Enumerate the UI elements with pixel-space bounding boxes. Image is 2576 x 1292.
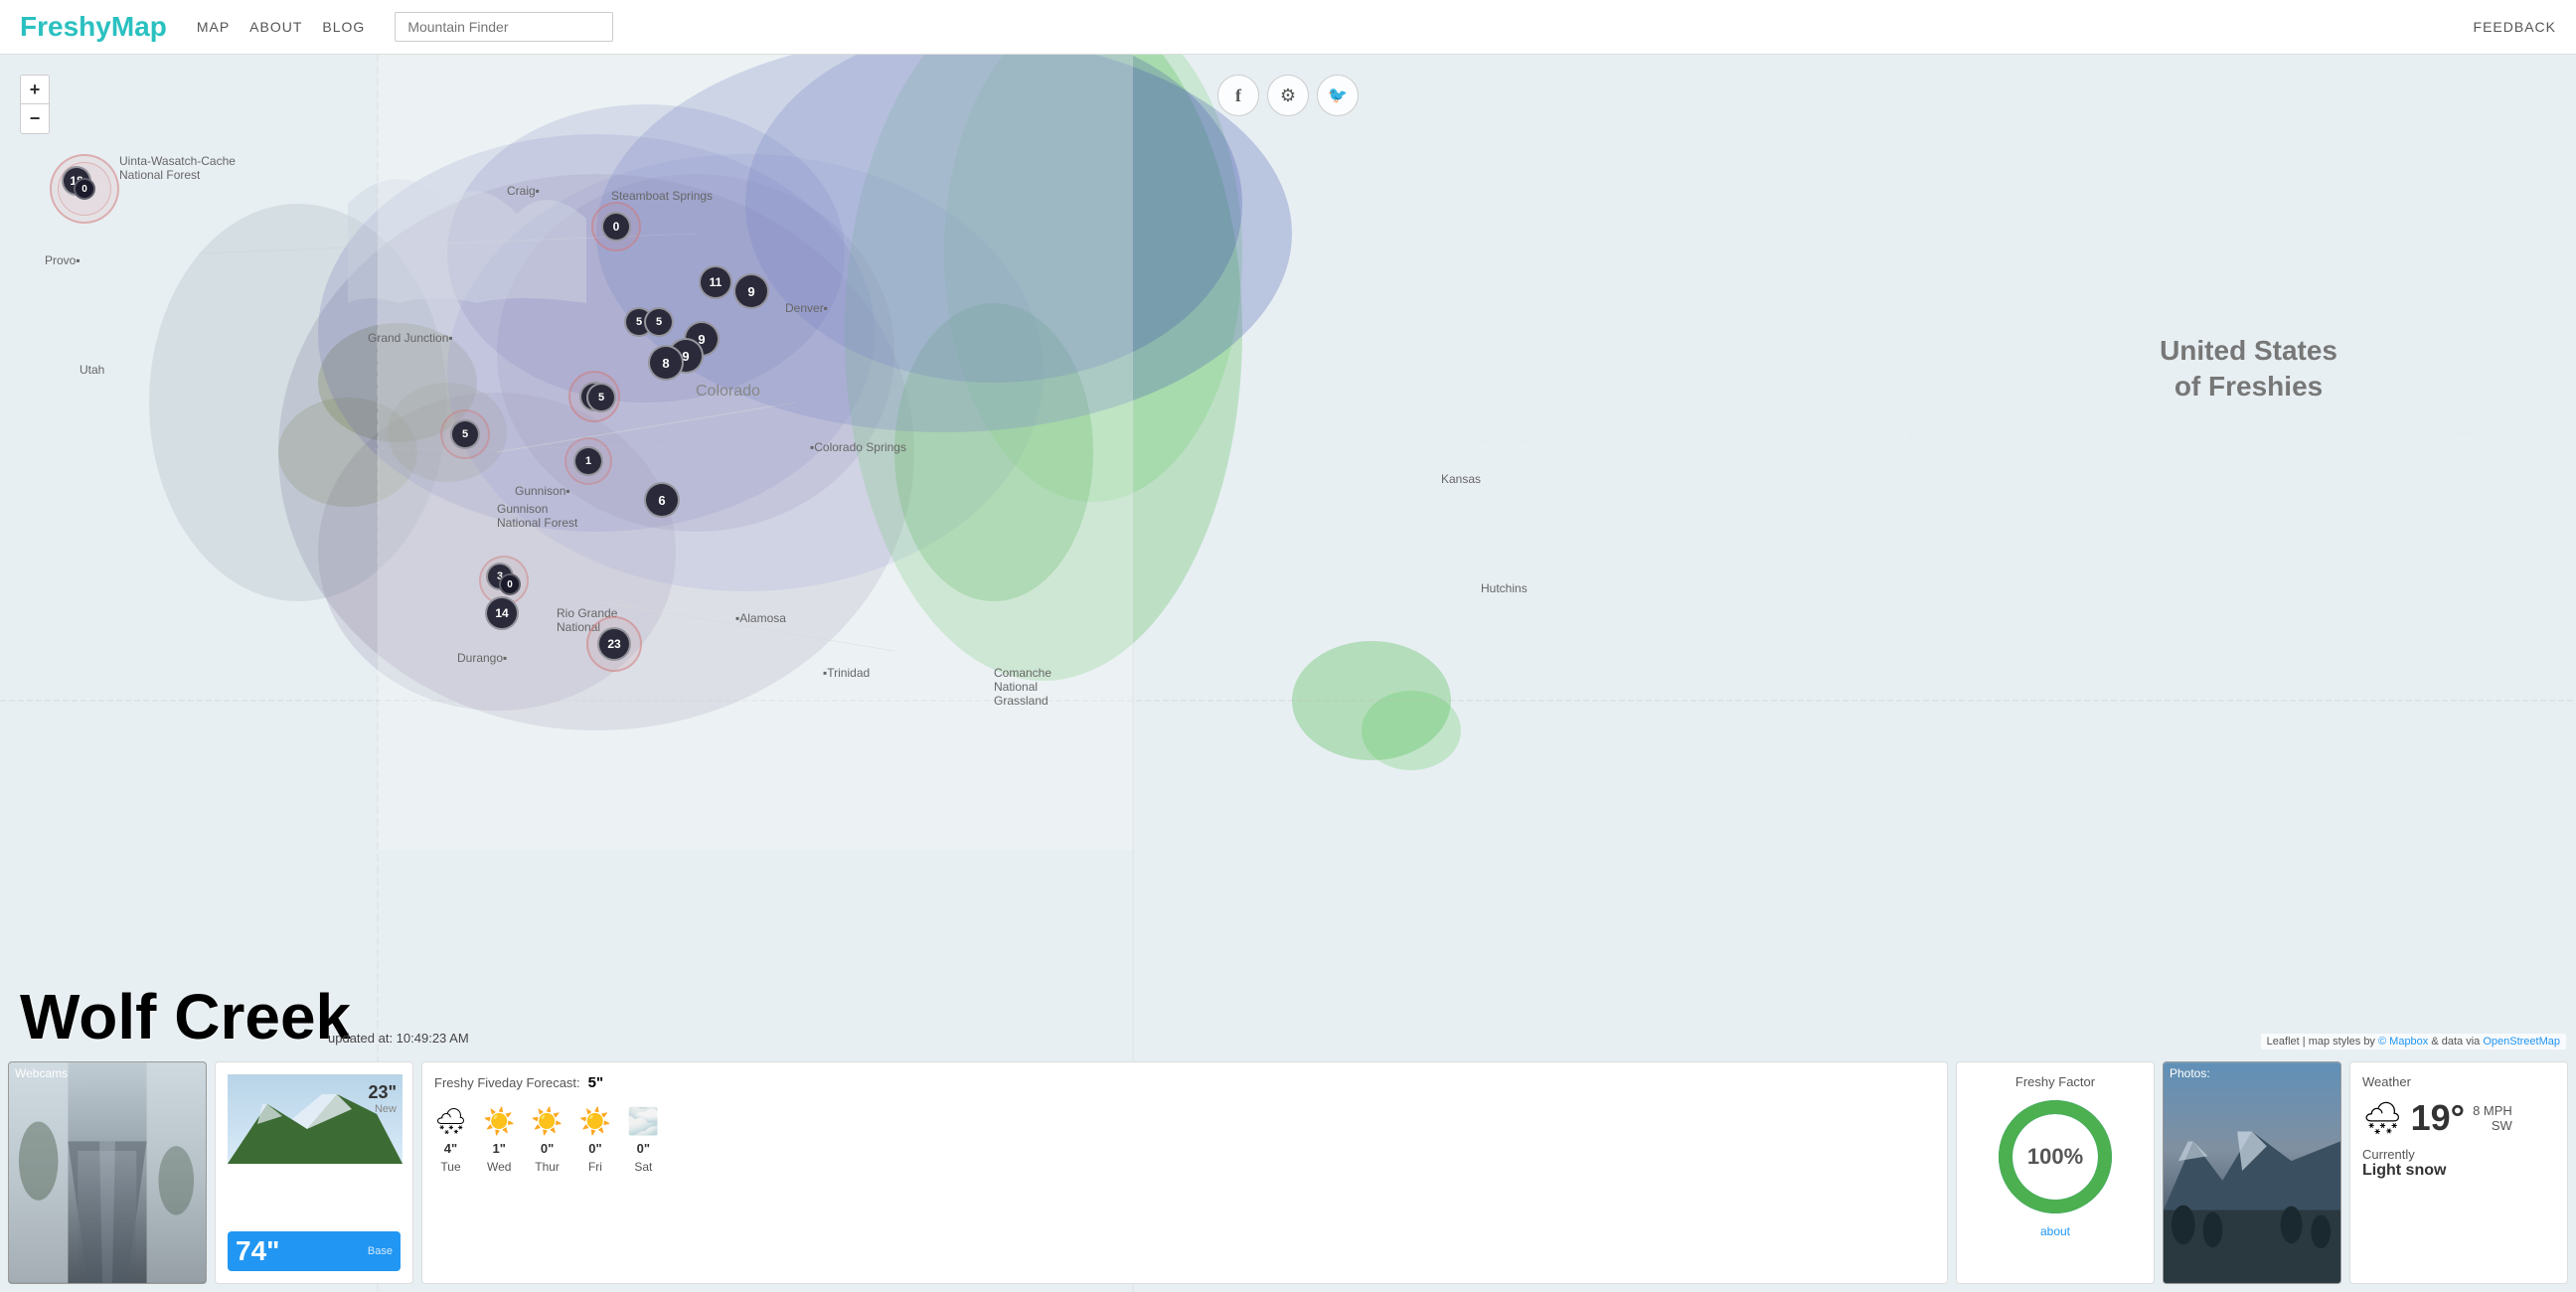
thur-amount: 0": [541, 1141, 554, 1156]
wed-name: Wed: [487, 1160, 511, 1174]
settings-icon: ⚙: [1280, 85, 1296, 106]
weather-main: 🌨 19° 8 MPH SW: [2362, 1097, 2555, 1139]
cluster-8[interactable]: 8: [648, 345, 684, 381]
forecast-total: 5": [588, 1074, 603, 1091]
webcam-label: Webcams: [15, 1066, 68, 1080]
fri-name: Fri: [588, 1160, 602, 1174]
logo: FreshyMap: [20, 11, 167, 43]
weather-card: Weather 🌨 19° 8 MPH SW Currently Light s…: [2349, 1061, 2568, 1284]
forecast-day-sat: 🌫️ 0" Sat: [627, 1106, 659, 1174]
map-toolbar: f ⚙ 🐦: [1217, 75, 1359, 116]
photo-image: [2164, 1062, 2340, 1283]
forecast-title: Freshy Fiveday Forecast:: [434, 1075, 580, 1090]
cluster-0-steamboat[interactable]: 0: [591, 202, 641, 251]
fri-amount: 0": [588, 1141, 601, 1156]
logo-freshy: Freshy: [20, 11, 111, 42]
cluster-5b[interactable]: 5: [644, 307, 674, 337]
forecast-days: 🌨 4" Tue ☀️ 1" Wed ☀️ 0" Thur: [434, 1106, 1935, 1174]
webcam-card[interactable]: Webcams: [8, 1061, 207, 1284]
osm-link[interactable]: OpenStreetMap: [2483, 1036, 2560, 1048]
logo-map: Map: [111, 11, 167, 42]
search-input[interactable]: [395, 12, 613, 42]
cluster-9a[interactable]: 9: [733, 273, 769, 309]
wind-speed: 8 MPH: [2473, 1103, 2512, 1118]
base-snow: 74" Base: [228, 1231, 401, 1271]
tue-amount: 4": [444, 1141, 457, 1156]
zoom-controls: + −: [20, 75, 50, 134]
sat-name: Sat: [634, 1160, 652, 1174]
zoom-out-button[interactable]: −: [20, 104, 50, 134]
cluster-6[interactable]: 6: [644, 482, 680, 518]
cluster-5e[interactable]: 5: [440, 409, 490, 459]
tue-name: Tue: [440, 1160, 460, 1174]
cluster-5d[interactable]: 5: [586, 383, 616, 412]
nav-blog[interactable]: BLOG: [322, 19, 365, 35]
zoom-in-button[interactable]: +: [20, 75, 50, 104]
weather-title: Weather: [2362, 1074, 2555, 1089]
twitter-button[interactable]: 🐦: [1317, 75, 1359, 116]
resort-name: Wolf Creek: [0, 980, 371, 1053]
webcam-image: [9, 1062, 206, 1283]
weather-wind: 8 MPH SW: [2473, 1103, 2512, 1133]
bottom-panel: Webcams: [0, 1053, 2576, 1292]
mapbox-link[interactable]: © Mapbox: [2378, 1036, 2428, 1048]
twitter-icon: 🐦: [1328, 85, 1348, 105]
cluster-14[interactable]: 14: [485, 596, 519, 630]
weather-condition: Light snow: [2362, 1162, 2555, 1180]
nav-links: MAP ABOUT BLOG: [197, 19, 365, 35]
photos-card[interactable]: Photos:: [2163, 1061, 2341, 1284]
updated-text: updated at: 10:49:23 AM: [328, 1031, 469, 1046]
forecast-card: Freshy Fiveday Forecast: 5" 🌨 4" Tue ☀️ …: [421, 1061, 1948, 1284]
freshy-title: Freshy Factor: [2015, 1074, 2095, 1089]
map-area[interactable]: f ⚙ 🐦 + − Utah Colorado Kansas Craig▪ St…: [0, 55, 2576, 1292]
cluster-11[interactable]: 11: [699, 265, 732, 299]
freshy-donut: 100%: [1996, 1097, 2115, 1216]
wind-dir: SW: [2473, 1118, 2512, 1133]
wed-amount: 1": [493, 1141, 506, 1156]
cluster-1[interactable]: 1: [564, 437, 612, 485]
forecast-day-wed: ☀️ 1" Wed: [483, 1106, 515, 1174]
feedback-button[interactable]: FEEDBACK: [2474, 19, 2556, 35]
info-cards: Webcams: [0, 1053, 2576, 1292]
tue-icon: 🌨: [434, 1106, 467, 1137]
freshy-about-link[interactable]: about: [2040, 1224, 2070, 1238]
new-snow: 23" New: [368, 1082, 397, 1115]
forecast-day-tue: 🌨 4" Tue: [434, 1106, 467, 1174]
cluster-23[interactable]: 23: [586, 616, 642, 672]
header: FreshyMap MAP ABOUT BLOG FEEDBACK: [0, 0, 2576, 55]
wed-icon: ☀️: [483, 1106, 515, 1137]
snowfall-card: 23" New 74" Base: [215, 1061, 413, 1284]
facebook-icon: f: [1235, 85, 1241, 106]
thur-name: Thur: [535, 1160, 560, 1174]
sat-icon: 🌫️: [627, 1106, 659, 1137]
freshy-percentage: 100%: [2027, 1144, 2083, 1170]
map-label-us: United Statesof Freshies: [2160, 333, 2337, 405]
thur-icon: ☀️: [531, 1106, 563, 1137]
fri-icon: ☀️: [579, 1106, 611, 1137]
nav-about[interactable]: ABOUT: [249, 19, 302, 35]
forecast-day-thur: ☀️ 0" Thur: [531, 1106, 563, 1174]
settings-button[interactable]: ⚙: [1267, 75, 1309, 116]
sat-amount: 0": [637, 1141, 650, 1156]
facebook-button[interactable]: f: [1217, 75, 1259, 116]
cluster-18[interactable]: 18 0: [50, 154, 119, 224]
weather-currently: Currently: [2362, 1147, 2555, 1162]
weather-icon: 🌨: [2362, 1099, 2403, 1137]
map-attribution: Leaflet | map styles by © Mapbox & data …: [2261, 1034, 2566, 1050]
weather-temp: 19°: [2411, 1097, 2465, 1139]
forecast-day-fri: ☀️ 0" Fri: [579, 1106, 611, 1174]
photos-label: Photos:: [2170, 1066, 2210, 1080]
freshy-factor-card: Freshy Factor 100% about: [1956, 1061, 2155, 1284]
nav-map[interactable]: MAP: [197, 19, 230, 35]
